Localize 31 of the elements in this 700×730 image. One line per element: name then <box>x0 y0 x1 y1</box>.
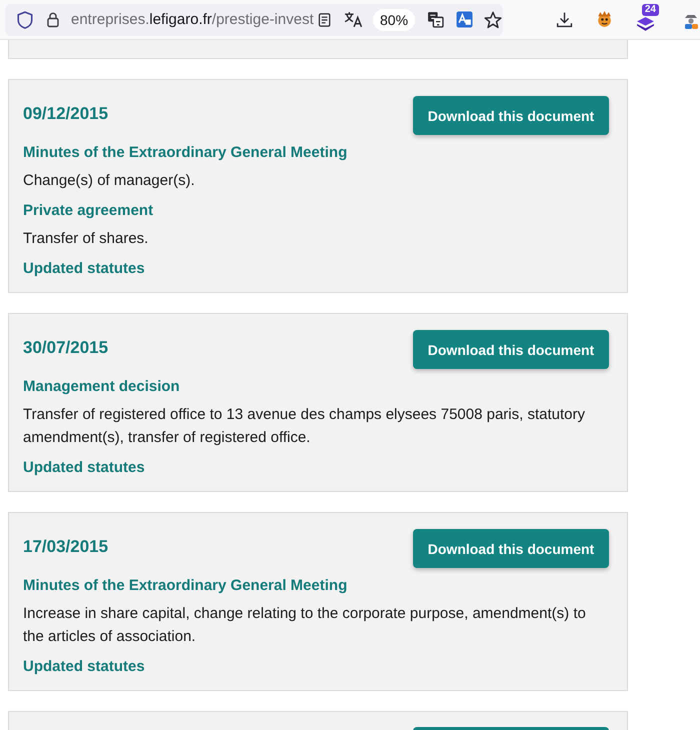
lock-icon[interactable] <box>45 11 61 28</box>
star-icon[interactable] <box>484 10 502 28</box>
language-tile-icon[interactable] <box>456 11 474 28</box>
entry-description: Transfer of registered office to 13 avenue des champs elysees 75008 paris, statutory amendment(s), transfer of registered office. <box>23 405 586 448</box>
entry-title: Updated statutes <box>23 259 146 279</box>
translate-icon[interactable] <box>344 11 363 28</box>
entry-title: Minutes of the Extraordinary General Meeting <box>23 143 348 163</box>
address-bar[interactable]: entreprises.lefigaro.fr/prestige-invest 80% <box>5 4 503 36</box>
url-text[interactable]: entreprises.lefigaro.fr/prestige-invest <box>71 11 313 28</box>
entry-title: Minutes of the Extraordinary General Meeting <box>23 576 348 596</box>
text-tiles-icon[interactable] <box>427 11 444 28</box>
entry-description: Change(s) of manager(s). <box>23 171 196 191</box>
entry-description: Increase in share capital, change relating to the corporate purpose, amendment(s) to the articles of association. <box>23 604 587 647</box>
entry-title: Updated statutes <box>23 458 146 478</box>
entry-title: Updated statutes <box>23 657 146 677</box>
document-icon[interactable] <box>317 12 332 28</box>
document-date: 09/12/2015 <box>23 104 108 124</box>
entry-description: Transfer of shares. <box>23 229 150 249</box>
download-button[interactable]: Download this document <box>413 96 609 135</box>
entry-title: Management decision <box>23 377 181 397</box>
download-button[interactable]: Download this document <box>413 330 609 369</box>
notification-badge: 24 <box>642 4 659 16</box>
shield-icon[interactable] <box>16 10 34 28</box>
document-date: 17/03/2015 <box>23 536 108 556</box>
download-button[interactable]: Download this document <box>413 529 609 568</box>
layers-icon[interactable] <box>636 17 655 31</box>
zoom-level[interactable]: 80% <box>373 8 416 30</box>
download-icon[interactable] <box>556 11 573 28</box>
creature-icon[interactable] <box>595 10 614 29</box>
document-date: 30/07/2015 <box>23 338 108 358</box>
entry-title: Private agreement <box>23 201 154 221</box>
